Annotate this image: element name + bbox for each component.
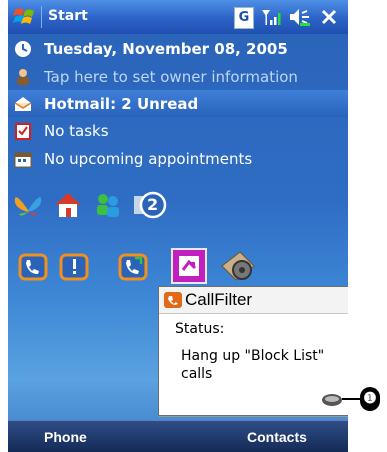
bubble-count: 2 <box>147 195 159 214</box>
msn-butterfly-icon[interactable] <box>13 190 43 220</box>
callout-line <box>342 398 362 400</box>
softkey-contacts[interactable]: Contacts <box>247 429 307 445</box>
calendar-icon <box>14 150 32 168</box>
today-row-calendar[interactable]: No upcoming appointments <box>8 145 348 172</box>
tasks-icon <box>14 122 32 140</box>
bubble-2-icon[interactable]: 2 <box>133 190 167 220</box>
volume-icon[interactable] <box>288 7 312 27</box>
callfilter-selected-icon[interactable] <box>171 248 207 284</box>
gprs-icon[interactable]: G <box>234 7 254 29</box>
title-separator <box>41 6 42 28</box>
phone-in-icon[interactable] <box>18 252 48 282</box>
callout-number: ❶ <box>360 387 380 411</box>
close-icon[interactable] <box>319 7 339 27</box>
popup-header: CallFilter <box>159 287 348 314</box>
popup-status-label: Status: <box>175 321 225 337</box>
title-start[interactable]: Start <box>48 8 88 24</box>
tasks-text: No tasks <box>44 121 109 140</box>
popup-message: Hang up "Block List" calls <box>181 348 325 382</box>
softkey-phone[interactable]: Phone <box>44 429 87 445</box>
gprs-label: G <box>238 10 250 25</box>
clock-icon <box>14 40 32 58</box>
title-bar: Start G <box>8 0 348 34</box>
soft-key-bar: Phone Contacts <box>8 420 348 452</box>
home-icon[interactable] <box>53 190 83 220</box>
owner-icon <box>14 68 32 86</box>
calendar-text: No upcoming appointments <box>44 149 253 168</box>
signal-icon[interactable] <box>260 7 282 27</box>
windows-flag-icon[interactable] <box>12 5 38 29</box>
phone-alert-icon[interactable] <box>59 252 89 282</box>
contacts-icon[interactable] <box>93 190 123 220</box>
owner-text: Tap here to set owner information <box>44 67 298 86</box>
callfilter-tray-icon[interactable] <box>321 393 343 407</box>
today-row-date[interactable]: Tuesday, November 08, 2005 <box>8 35 348 62</box>
callfilter-app-icon <box>164 292 182 308</box>
popup-title: CallFilter <box>185 290 253 309</box>
pocket-pc-screen: Start G Tuesday, November 08, 2005 Tap h… <box>8 0 348 452</box>
today-row-tasks[interactable]: No tasks <box>8 117 348 144</box>
callfilter-popup[interactable]: CallFilter Status: Hang up "Block List" … <box>158 286 348 416</box>
phone-out-icon[interactable] <box>118 252 148 282</box>
today-row-owner[interactable]: Tap here to set owner information <box>8 63 348 90</box>
mail-icon <box>14 95 32 113</box>
mail-text: Hotmail: 2 Unread <box>44 94 199 113</box>
date-text: Tuesday, November 08, 2005 <box>44 39 288 58</box>
certificate-gear-icon[interactable] <box>218 248 258 284</box>
today-row-mail[interactable]: Hotmail: 2 Unread <box>8 90 348 117</box>
